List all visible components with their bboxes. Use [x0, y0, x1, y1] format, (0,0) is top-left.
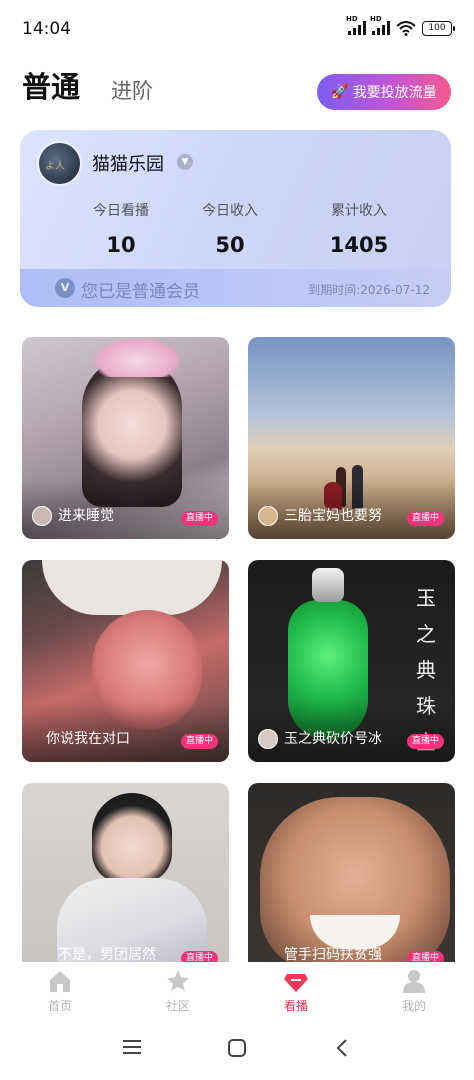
live-room-card[interactable]: 管手扫码扶贫强 直播中: [248, 783, 455, 962]
live-room-title: 你说我在对口: [46, 731, 130, 747]
profile-icon: [403, 970, 425, 993]
live-room-card[interactable]: 三胎宝妈也要努 直播中: [248, 337, 455, 539]
live-badge: 直播中: [406, 951, 444, 962]
nav-item-community[interactable]: 社区: [138, 968, 218, 1014]
nav-item-profile[interactable]: 我的: [374, 968, 454, 1014]
live-room-title: 管手扫码扶贫强: [284, 947, 382, 962]
battery-icon: 100: [422, 20, 455, 36]
vip-icon: V: [55, 278, 75, 298]
live-room-card[interactable]: 玉之典珠宝 玉之典砍价号冰 直播中: [248, 560, 455, 762]
live-badge: 直播中: [180, 511, 218, 526]
rocket-icon: 🚀: [331, 84, 349, 100]
home-icon: [50, 971, 70, 992]
system-nav-bar: [0, 1024, 474, 1080]
tab-advanced[interactable]: 进阶: [111, 75, 153, 105]
live-room-title: 进来睡觉: [58, 508, 114, 524]
stat-value: 50: [215, 233, 245, 257]
nav-label: 首页: [47, 999, 72, 1013]
signal-icon-2: HD: [370, 15, 390, 35]
stat-today-views: 今日看播 10: [66, 200, 176, 257]
bottom-nav: 首页 社区 看播 我的: [0, 962, 474, 1024]
live-room-title: 玉之典砍价号冰: [284, 731, 382, 747]
stat-label: 今日收入: [202, 203, 258, 219]
status-icons: HD HD 100: [346, 15, 455, 36]
live-room-title: 不是，男团居然: [58, 947, 156, 962]
diamond-icon: [284, 974, 308, 992]
cap-shape: [42, 560, 222, 615]
live-room-card[interactable]: 进来睡觉 直播中: [22, 337, 229, 539]
stat-today-income: 今日收入 50: [175, 200, 285, 257]
stat-label: 今日看播: [93, 203, 149, 219]
membership-status-bar[interactable]: V 您已是普通会员 到期时间:2026-07-12: [20, 269, 451, 307]
live-room-card[interactable]: 你说我在对口 直播中: [22, 560, 229, 762]
back-icon[interactable]: [334, 1038, 350, 1058]
status-time: 14:04: [22, 19, 71, 39]
menu-icon[interactable]: [122, 1038, 142, 1056]
stat-value: 1405: [329, 233, 389, 257]
tab-normal[interactable]: 普通: [22, 64, 80, 106]
network-type-label-2: HD: [370, 15, 382, 23]
promote-traffic-button[interactable]: 🚀 我要投放流量: [317, 74, 451, 110]
home-button-icon[interactable]: [227, 1038, 247, 1058]
chevron-down-icon[interactable]: ▼: [177, 154, 193, 170]
live-badge: 直播中: [180, 734, 218, 749]
nav-label: 看播: [283, 999, 308, 1013]
pendant-bail: [312, 568, 344, 602]
expiry-date: 到期时间:2026-07-12: [308, 283, 430, 297]
account-name[interactable]: 猫猫乐园: [92, 150, 164, 176]
member-card: よ人 猫猫乐园 ▼ 今日看播 10 今日收入 50 累计收入 1405 V 您已…: [20, 130, 451, 307]
star-icon: [167, 970, 189, 991]
avatar[interactable]: よ人: [37, 141, 82, 186]
wifi-icon: [396, 21, 416, 36]
title-gradient: [22, 479, 229, 539]
nav-label: 社区: [165, 999, 190, 1013]
live-streams-page: 14:04 HD HD 100 普通 进阶 🚀 我要投放流量 よ人 猫猫乐园 ▼…: [0, 0, 474, 1080]
stat-label: 累计收入: [331, 203, 387, 219]
live-badge: 直播中: [180, 951, 218, 962]
avatar-text: よ人: [45, 161, 65, 172]
stat-total-income: 累计收入 1405: [304, 200, 414, 257]
nav-item-watch[interactable]: 看播: [256, 968, 336, 1014]
streamer-avatar: [258, 506, 278, 526]
streamer-photo: [92, 793, 172, 883]
live-room-card[interactable]: 不是，男团居然 直播中: [22, 783, 229, 962]
live-badge: 直播中: [406, 734, 444, 749]
stat-value: 10: [106, 233, 136, 257]
nav-item-home[interactable]: 首页: [20, 968, 100, 1014]
membership-status: 您已是普通会员: [81, 282, 200, 302]
streamer-avatar: [258, 729, 278, 749]
live-badge: 直播中: [406, 511, 444, 526]
live-room-title: 三胎宝妈也要努: [284, 508, 382, 524]
signal-icon: HD: [346, 15, 366, 35]
streamer-avatar: [32, 506, 52, 526]
nav-label: 我的: [401, 999, 426, 1013]
promote-traffic-label: 我要投放流量: [352, 85, 437, 101]
status-bar: 14:04 HD HD 100: [0, 0, 474, 58]
network-type-label: HD: [346, 15, 358, 23]
headpiece-decoration: [92, 337, 182, 377]
